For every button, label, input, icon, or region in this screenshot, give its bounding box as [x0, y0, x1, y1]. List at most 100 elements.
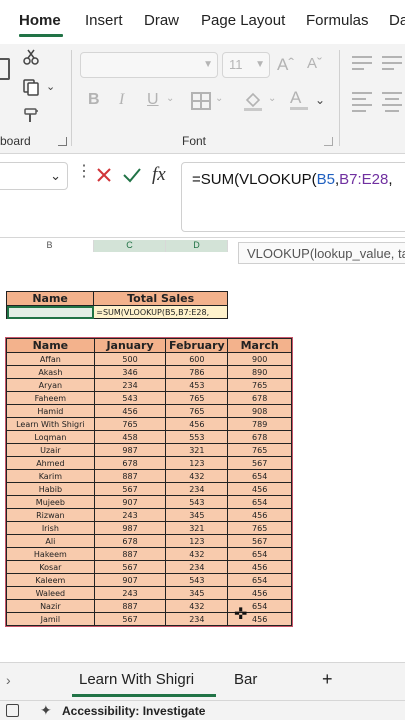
sales-cell-value[interactable]: 456	[227, 482, 292, 496]
italic-button[interactable]: I	[119, 92, 124, 108]
sales-cell-value[interactable]: 432	[165, 469, 229, 483]
sales-cell-value[interactable]: 765	[165, 404, 229, 418]
sales-cell-value[interactable]: 234	[93, 378, 167, 392]
format-painter-icon[interactable]	[22, 106, 40, 129]
copy-dropdown-chevron-icon[interactable]: ⌄	[46, 80, 55, 93]
sales-cell-value[interactable]: 321	[165, 521, 229, 535]
sales-cell-value[interactable]: 458	[93, 430, 167, 444]
sales-cell-name[interactable]: Hakeem	[6, 547, 95, 561]
sales-cell-value[interactable]: 500	[93, 352, 167, 366]
sales-cell-value[interactable]: 234	[165, 560, 229, 574]
sales-cell-value[interactable]: 654	[227, 547, 292, 561]
decrease-font-size-icon[interactable]: Aˇ	[307, 56, 322, 71]
sales-cell-value[interactable]: 887	[93, 547, 167, 561]
sales-cell-value[interactable]: 567	[227, 456, 292, 470]
sales-cell-value[interactable]: 123	[165, 456, 229, 470]
macro-icon[interactable]	[6, 704, 19, 717]
sales-cell-value[interactable]: 456	[93, 404, 167, 418]
sales-cell-value[interactable]: 765	[93, 417, 167, 431]
fill-color-icon[interactable]	[243, 90, 263, 117]
align-top-icon[interactable]	[352, 56, 372, 70]
sales-cell-name[interactable]: Ahmed	[6, 456, 95, 470]
underline-button[interactable]: U	[147, 92, 159, 108]
paste-icon[interactable]	[0, 58, 10, 80]
enter-icon[interactable]	[122, 166, 142, 189]
sales-cell-name[interactable]: Loqman	[6, 430, 95, 444]
cancel-icon[interactable]	[95, 166, 113, 189]
sales-cell-value[interactable]: 567	[93, 612, 167, 626]
sales-cell-value[interactable]: 987	[93, 443, 167, 457]
sales-cell-value[interactable]: 456	[227, 560, 292, 574]
font-name-combo[interactable]: ▼	[80, 52, 218, 78]
tab-formulas[interactable]: Formulas	[306, 12, 369, 29]
lookup-total-sales-formula-cell[interactable]: =SUM(VLOOKUP(B5,B7:E28,	[93, 305, 228, 319]
sales-cell-name[interactable]: Karim	[6, 469, 95, 483]
column-header-b[interactable]: B	[6, 240, 94, 252]
tab-insert[interactable]: Insert	[85, 12, 123, 29]
sales-cell-value[interactable]: 456	[227, 586, 292, 600]
tab-data[interactable]: Da	[389, 12, 405, 29]
sales-cell-name[interactable]: Irish	[6, 521, 95, 535]
font-color-icon[interactable]: A	[290, 88, 308, 110]
function-tooltip[interactable]: VLOOKUP(lookup_value, ta	[238, 242, 405, 264]
underline-dropdown-chevron-icon[interactable]: ⌄	[166, 94, 174, 104]
align-middle-icon[interactable]	[382, 56, 402, 70]
font-launcher-icon[interactable]	[324, 137, 333, 146]
sales-cell-value[interactable]: 345	[165, 508, 229, 522]
sales-cell-value[interactable]: 345	[165, 586, 229, 600]
sales-cell-value[interactable]: 453	[165, 378, 229, 392]
sales-cell-value[interactable]: 543	[93, 391, 167, 405]
sales-cell-value[interactable]: 234	[165, 482, 229, 496]
sales-cell-value[interactable]: 432	[165, 547, 229, 561]
sales-cell-name[interactable]: Uzair	[6, 443, 95, 457]
sales-cell-value[interactable]: 890	[227, 365, 292, 379]
bold-button[interactable]: B	[88, 92, 100, 108]
sales-cell-value[interactable]: 678	[93, 456, 167, 470]
clipboard-launcher-icon[interactable]	[58, 137, 67, 146]
sales-cell-name[interactable]: Kaleem	[6, 573, 95, 587]
sheet-tab-learn-with-shigri[interactable]: Learn With Shigri	[79, 671, 194, 688]
sales-cell-name[interactable]: Nazir	[6, 599, 95, 613]
sales-cell-value[interactable]: 654	[227, 469, 292, 483]
sales-cell-name[interactable]: Learn With Shigri	[6, 417, 95, 431]
font-size-combo[interactable]: 11 ▼	[222, 52, 270, 78]
tab-home[interactable]: Home	[19, 12, 61, 29]
sales-cell-value[interactable]: 543	[165, 573, 229, 587]
sales-cell-value[interactable]: 678	[227, 430, 292, 444]
sales-cell-name[interactable]: Affan	[6, 352, 95, 366]
increase-font-size-icon[interactable]: Aˆ	[277, 56, 294, 73]
insert-function-icon[interactable]: fx	[152, 164, 166, 186]
copy-icon[interactable]	[22, 78, 40, 101]
sales-cell-value[interactable]: 765	[165, 391, 229, 405]
font-color-dropdown-chevron-icon[interactable]: ⌄	[315, 94, 325, 106]
align-left-icon[interactable]	[352, 92, 372, 112]
sales-cell-value[interactable]: 346	[93, 365, 167, 379]
cut-icon[interactable]	[22, 48, 40, 71]
borders-icon[interactable]	[191, 92, 211, 110]
accessibility-icon[interactable]: ✦	[40, 702, 52, 719]
sales-cell-value[interactable]: 887	[93, 599, 167, 613]
sales-cell-value[interactable]: 243	[93, 586, 167, 600]
sales-cell-value[interactable]: 123	[165, 534, 229, 548]
column-header-d[interactable]: D	[166, 240, 228, 252]
sales-cell-value[interactable]: 432	[165, 599, 229, 613]
sales-cell-value[interactable]: 678	[93, 534, 167, 548]
borders-dropdown-chevron-icon[interactable]: ⌄	[215, 94, 223, 104]
formula-input[interactable]: =SUM(VLOOKUP(B5,B7:E28,	[181, 162, 405, 232]
lookup-name-input-cell[interactable]	[5, 305, 95, 319]
sales-cell-value[interactable]: 553	[165, 430, 229, 444]
sales-cell-name[interactable]: Kosar	[6, 560, 95, 574]
sheet-tab-bar[interactable]: Bar	[234, 671, 257, 688]
sales-cell-value[interactable]: 908	[227, 404, 292, 418]
column-header-c[interactable]: C	[94, 240, 166, 252]
sales-cell-name[interactable]: Rizwan	[6, 508, 95, 522]
sales-cell-value[interactable]: 678	[227, 391, 292, 405]
sales-cell-value[interactable]: 987	[93, 521, 167, 535]
sales-cell-value[interactable]: 567	[93, 560, 167, 574]
add-sheet-button[interactable]: +	[322, 669, 333, 690]
sales-cell-value[interactable]: 789	[227, 417, 292, 431]
sales-cell-value[interactable]: 786	[165, 365, 229, 379]
sales-cell-name[interactable]: Jamil	[6, 612, 95, 626]
sales-cell-name[interactable]: Habib	[6, 482, 95, 496]
sales-cell-name[interactable]: Hamid	[6, 404, 95, 418]
